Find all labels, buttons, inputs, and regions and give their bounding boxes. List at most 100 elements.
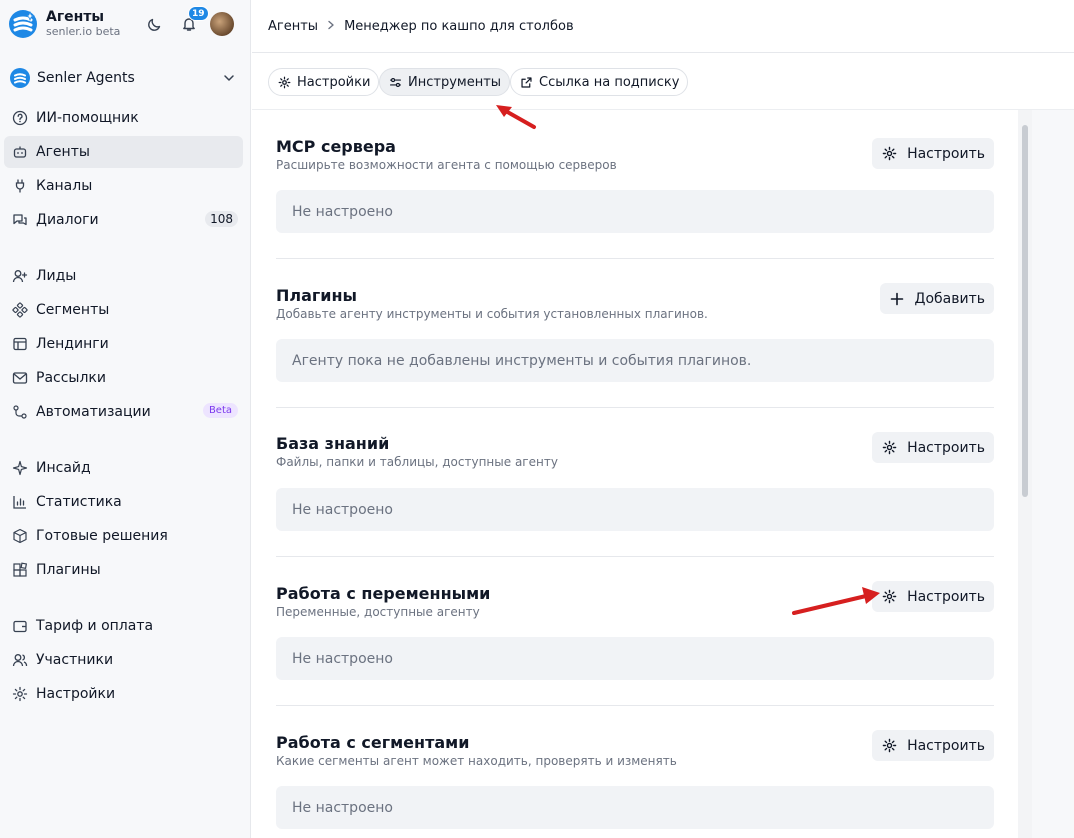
sidebar-item-plugins[interactable]: Плагины — [4, 554, 243, 586]
tab-label: Инструменты — [408, 74, 502, 90]
tab-subscribe-link[interactable]: Ссылка на подписку — [510, 68, 689, 96]
mail-icon — [11, 369, 29, 387]
button-label: Настроить — [907, 145, 985, 162]
variables-status-box: Не настроено — [276, 637, 994, 680]
dialogs-count-badge: 108 — [205, 211, 238, 227]
layout-icon — [11, 335, 29, 353]
section-title: База знаний — [276, 434, 390, 453]
section-description: Расширьте возможности агента с помощью с… — [276, 158, 617, 172]
bar-chart-icon — [11, 493, 29, 511]
gear-icon — [881, 738, 897, 754]
beta-badge: Beta — [202, 403, 238, 418]
sidebar-item-label: Лиды — [36, 268, 77, 284]
sidebar-item-label: ИИ-помощник — [36, 110, 139, 126]
annotation-arrow-icon — [792, 587, 880, 615]
sidebar-item-dialogs[interactable]: Диалоги 108 — [4, 204, 243, 236]
sidebar-item-label: Настройки — [36, 686, 116, 702]
plus-icon — [889, 291, 905, 307]
sidebar-item-label: Статистика — [36, 494, 122, 510]
sidebar-item-label: Рассылки — [36, 370, 106, 386]
sidebar-item-solutions[interactable]: Готовые решения — [4, 520, 243, 552]
sidebar-item-members[interactable]: Участники — [4, 644, 243, 676]
brand-subtitle: senler.io beta — [46, 25, 121, 38]
mcp-configure-button[interactable]: Настроить — [872, 138, 994, 169]
mcp-status-box: Не настроено — [276, 190, 994, 233]
button-label: Настроить — [907, 439, 985, 456]
sidebar-item-label: Тариф и оплата — [36, 618, 154, 634]
knowledge-status-box: Не настроено — [276, 488, 994, 531]
section-description: Файлы, папки и таблицы, доступные агенту — [276, 455, 558, 469]
segments-configure-button[interactable]: Настроить — [872, 730, 994, 761]
gear-icon — [881, 146, 897, 162]
section-description: Добавьте агенту инструменты и события ус… — [276, 307, 708, 321]
gear-icon — [881, 440, 897, 456]
chevron-right-icon — [326, 19, 336, 33]
users-icon — [11, 651, 29, 669]
sidebar-item-label: Плагины — [36, 562, 101, 578]
plugins-add-button[interactable]: Добавить — [879, 283, 994, 314]
sidebar-item-statistics[interactable]: Статистика — [4, 486, 243, 518]
sidebar-item-billing[interactable]: Тариф и оплата — [4, 610, 243, 642]
plug-icon — [11, 177, 29, 195]
user-avatar[interactable] — [210, 12, 234, 36]
gear-icon — [277, 75, 291, 89]
variables-configure-button[interactable]: Настроить — [872, 581, 994, 612]
robot-icon — [11, 143, 29, 161]
section-divider — [276, 705, 994, 706]
sidebar-item-automations[interactable]: Автоматизации Beta — [4, 396, 243, 428]
sidebar-item-mailings[interactable]: Рассылки — [4, 362, 243, 394]
breadcrumb-root-link[interactable]: Агенты — [268, 19, 318, 34]
sidebar: Агенты senler.io beta 19 Senler Agents И… — [0, 0, 251, 838]
user-plus-icon — [11, 267, 29, 285]
wallet-icon — [11, 617, 29, 635]
knowledge-configure-button[interactable]: Настроить — [872, 432, 994, 463]
chevron-down-icon — [224, 75, 234, 81]
puzzle-grid-icon — [11, 561, 29, 579]
sidebar-item-label: Автоматизации — [36, 404, 151, 420]
workspace-name: Senler Agents — [37, 70, 135, 86]
sidebar-item-insight[interactable]: Инсайд — [4, 452, 243, 484]
tab-label: Ссылка на подписку — [539, 74, 680, 90]
moon-icon — [148, 18, 161, 31]
senler-logo-icon — [8, 9, 38, 39]
tab-tools[interactable]: Инструменты — [379, 68, 511, 96]
sparkle-icon — [11, 459, 29, 477]
workspace-logo-icon — [10, 68, 30, 88]
section-description: Какие сегменты агент может находить, про… — [276, 754, 677, 768]
sidebar-item-agents[interactable]: Агенты — [4, 136, 243, 168]
section-divider — [276, 556, 994, 557]
section-description: Переменные, доступные агенту — [276, 605, 480, 619]
sidebar-item-landings[interactable]: Лендинги — [4, 328, 243, 360]
tab-settings[interactable]: Настройки — [268, 68, 380, 96]
button-label: Добавить — [914, 290, 985, 307]
plugins-status-box: Агенту пока не добавлены инструменты и с… — [276, 339, 994, 382]
sidebar-item-leads[interactable]: Лиды — [4, 260, 243, 292]
right-gutter — [1032, 110, 1074, 838]
gear-icon — [881, 589, 897, 605]
agent-tabs: Настройки Инструменты Ссылка на подписку — [252, 54, 1074, 110]
button-label: Настроить — [907, 737, 985, 754]
section-divider — [276, 258, 994, 259]
sidebar-item-ai-assistant[interactable]: ИИ-помощник — [4, 102, 243, 134]
sidebar-item-settings[interactable]: Настройки — [4, 678, 243, 710]
question-circle-icon — [11, 109, 29, 127]
section-title: Плагины — [276, 286, 357, 305]
sidebar-item-label: Участники — [36, 652, 114, 668]
sidebar-item-label: Агенты — [36, 144, 90, 160]
theme-toggle-button[interactable] — [143, 12, 167, 36]
sidebar-item-label: Лендинги — [36, 336, 109, 352]
sidebar-item-label: Диалоги — [36, 212, 99, 228]
segments-icon — [11, 301, 29, 319]
workflow-icon — [11, 403, 29, 421]
sidebar-item-channels[interactable]: Каналы — [4, 170, 243, 202]
button-label: Настроить — [907, 588, 985, 605]
sidebar-item-label: Готовые решения — [36, 528, 168, 544]
chat-bubbles-icon — [11, 211, 29, 229]
scrollbar-thumb[interactable] — [1022, 125, 1028, 497]
notifications-button[interactable]: 19 — [177, 6, 209, 36]
notification-count-badge: 19 — [188, 6, 209, 21]
workspace-switcher[interactable]: Senler Agents — [4, 62, 244, 94]
section-divider — [276, 407, 994, 408]
sidebar-item-segments[interactable]: Сегменты — [4, 294, 243, 326]
brand[interactable]: Агенты senler.io beta — [8, 9, 120, 39]
